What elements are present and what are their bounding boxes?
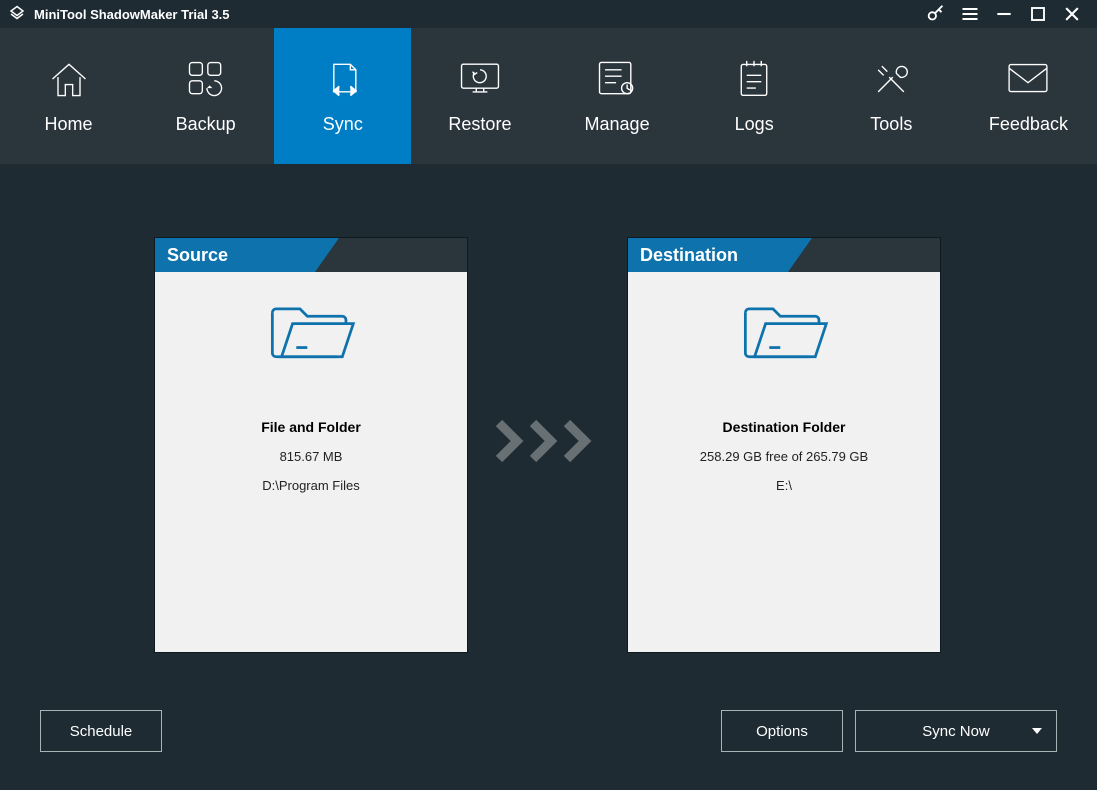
close-button[interactable] <box>1055 0 1089 28</box>
restore-icon <box>456 58 504 100</box>
tools-icon <box>869 58 913 100</box>
app-title: MiniTool ShadowMaker Trial 3.5 <box>34 7 230 22</box>
feedback-icon <box>1005 58 1051 100</box>
source-size: 815.67 MB <box>280 449 343 464</box>
destination-title: Destination Folder <box>723 419 846 435</box>
tab-sync[interactable]: Sync <box>274 28 411 164</box>
destination-card-header-label: Destination <box>628 238 788 272</box>
main-panel: Source File and Folder 815.67 MB D:\Prog… <box>0 164 1097 710</box>
tab-logs[interactable]: Logs <box>686 28 823 164</box>
logs-icon <box>734 58 774 100</box>
source-path: D:\Program Files <box>262 478 360 493</box>
minimize-button[interactable] <box>987 0 1021 28</box>
tab-manage-label: Manage <box>585 114 650 135</box>
destination-card-header: Destination <box>628 238 940 272</box>
caret-down-icon <box>1032 728 1042 734</box>
destination-card-body: Destination Folder 258.29 GB free of 265… <box>628 272 940 652</box>
source-title: File and Folder <box>261 419 361 435</box>
footer: Schedule Options Sync Now <box>0 710 1097 790</box>
schedule-button[interactable]: Schedule <box>40 710 162 752</box>
home-icon <box>47 58 91 100</box>
app-logo-icon <box>8 5 26 23</box>
manage-icon <box>594 58 640 100</box>
folder-open-icon <box>738 296 830 371</box>
source-card-header-label: Source <box>155 238 315 272</box>
backup-icon <box>184 58 228 100</box>
tab-restore[interactable]: Restore <box>411 28 548 164</box>
maximize-button[interactable] <box>1021 0 1055 28</box>
destination-free: 258.29 GB free of 265.79 GB <box>700 449 868 464</box>
source-card[interactable]: Source File and Folder 815.67 MB D:\Prog… <box>154 237 468 653</box>
folder-open-icon <box>265 296 357 371</box>
source-card-body: File and Folder 815.67 MB D:\Program Fil… <box>155 272 467 652</box>
schedule-button-label: Schedule <box>70 723 133 740</box>
title-bar: MiniTool ShadowMaker Trial 3.5 <box>0 0 1097 28</box>
tab-home-label: Home <box>45 114 93 135</box>
direction-arrows-icon <box>495 419 605 463</box>
tab-feedback[interactable]: Feedback <box>960 28 1097 164</box>
tab-backup[interactable]: Backup <box>137 28 274 164</box>
options-button-label: Options <box>756 723 808 740</box>
sync-icon <box>321 58 365 100</box>
options-button[interactable]: Options <box>721 710 843 752</box>
tab-backup-label: Backup <box>176 114 236 135</box>
sync-now-button-label: Sync Now <box>922 723 990 740</box>
tab-feedback-label: Feedback <box>989 114 1068 135</box>
tab-manage[interactable]: Manage <box>549 28 686 164</box>
hamburger-menu-icon[interactable] <box>953 0 987 28</box>
main-nav: Home Backup Sync Restore Manage Logs T <box>0 28 1097 164</box>
tab-home[interactable]: Home <box>0 28 137 164</box>
tab-restore-label: Restore <box>448 114 511 135</box>
source-card-header: Source <box>155 238 467 272</box>
key-icon[interactable] <box>919 0 953 28</box>
tab-logs-label: Logs <box>735 114 774 135</box>
destination-path: E:\ <box>776 478 792 493</box>
tab-tools[interactable]: Tools <box>823 28 960 164</box>
sync-now-button[interactable]: Sync Now <box>855 710 1057 752</box>
tab-sync-label: Sync <box>323 114 363 135</box>
destination-card[interactable]: Destination Destination Folder 258.29 GB… <box>627 237 941 653</box>
tab-tools-label: Tools <box>870 114 912 135</box>
